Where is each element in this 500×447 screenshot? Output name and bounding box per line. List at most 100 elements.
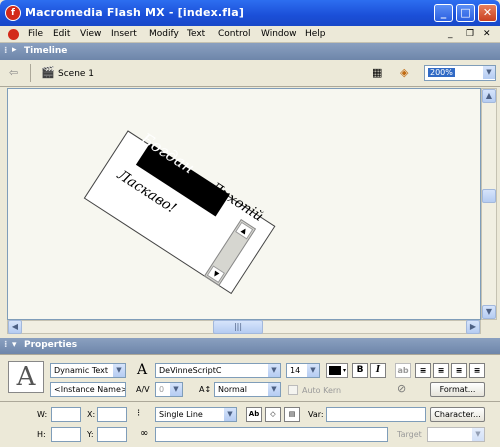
chevron-down-icon: ▼ xyxy=(170,383,182,396)
flash-app-icon: f xyxy=(5,5,21,21)
width-field[interactable] xyxy=(51,407,81,422)
panel-grip-icon: ⁝ xyxy=(4,340,8,350)
minimize-button[interactable]: _ xyxy=(434,4,453,22)
collapse-arrow-icon: ▾ xyxy=(12,340,17,350)
timeline-label: Timeline xyxy=(24,46,68,56)
maximize-button[interactable]: □ xyxy=(456,4,475,22)
text-direction-icon[interactable]: ab xyxy=(395,363,411,378)
menu-insert[interactable]: Insert xyxy=(111,29,137,39)
doc-close-button[interactable]: ✕ xyxy=(483,29,491,39)
align-justify-icon[interactable]: ≡ xyxy=(469,363,485,378)
menu-window[interactable]: Window xyxy=(261,29,297,39)
link-icon: ∞ xyxy=(140,428,149,439)
line-type-value: Single Line xyxy=(159,410,203,419)
height-field[interactable] xyxy=(51,427,81,442)
edit-scene-icon[interactable]: ▦ xyxy=(372,66,382,79)
menu-control[interactable]: Control xyxy=(218,29,251,39)
window-title: Macromedia Flash MX - [index.fla] xyxy=(25,6,245,19)
menu-view[interactable]: View xyxy=(80,29,101,39)
font-size-field[interactable]: 14 ▼ xyxy=(286,363,320,378)
url-link-icon[interactable]: ⊘ xyxy=(397,382,406,395)
baseline-value: Normal xyxy=(218,385,247,394)
var-field[interactable] xyxy=(326,407,426,422)
font-value: DeVinneScriptC xyxy=(159,366,222,375)
chevron-down-icon: ▼ xyxy=(472,428,484,441)
title-bar: f Macromedia Flash MX - [index.fla] _ □ … xyxy=(0,0,500,26)
show-border-icon[interactable]: ▤ xyxy=(284,407,300,422)
panel-grip-icon: ⁝ xyxy=(4,46,8,56)
character-button[interactable]: Character... xyxy=(430,407,485,422)
align-left-icon[interactable]: ≡ xyxy=(415,363,431,378)
scene-label: Scene 1 xyxy=(58,69,95,79)
scroll-left-icon[interactable]: ◀ xyxy=(8,320,22,334)
menu-help[interactable]: Help xyxy=(305,29,326,39)
menu-modify[interactable]: Modify xyxy=(149,29,179,39)
line-type-select[interactable]: Single Line ▼ xyxy=(155,407,237,422)
baseline-icon: A↕ xyxy=(199,385,212,394)
y-field[interactable] xyxy=(97,427,127,442)
horizontal-scrollbar[interactable]: ◀ ||| ▶ xyxy=(7,320,481,334)
scroll-right-icon[interactable]: ▶ xyxy=(466,320,480,334)
bold-button[interactable]: B xyxy=(352,363,368,378)
text-tool-icon: A xyxy=(8,361,44,393)
target-select[interactable]: ▼ xyxy=(427,427,485,442)
close-button[interactable]: ✕ xyxy=(478,4,497,22)
properties-panel: A Dynamic Text ▼ <Instance Name> A DeVin… xyxy=(0,354,500,447)
align-center-icon[interactable]: ≡ xyxy=(433,363,449,378)
zoom-select[interactable]: 200% ▼ xyxy=(424,65,496,81)
properties-panel-header[interactable]: ⁝ ▾ Properties xyxy=(0,338,500,354)
char-spacing-icon: A/V xyxy=(136,385,150,394)
expand-arrow-icon: ▸ xyxy=(12,45,17,55)
auto-kern-label: Auto Kern xyxy=(302,386,342,395)
selectable-text-icon[interactable]: Ab xyxy=(246,407,262,422)
separator xyxy=(30,64,31,82)
menu-edit[interactable]: Edit xyxy=(53,29,70,39)
align-right-icon[interactable]: ≡ xyxy=(451,363,467,378)
vertical-scrollbar[interactable]: ▲ ▼ xyxy=(481,88,497,320)
scroll-up-icon[interactable]: ▲ xyxy=(482,89,496,103)
chevron-down-icon: ▾ xyxy=(342,367,346,374)
textfield-scroll-up-icon[interactable]: ▲ xyxy=(235,221,254,240)
char-spacing-field[interactable]: 0 ▼ xyxy=(155,382,183,397)
doc-minimize-button[interactable]: _ xyxy=(448,29,453,39)
horizontal-scroll-thumb[interactable]: ||| xyxy=(213,320,263,334)
format-button[interactable]: Format... xyxy=(430,382,485,397)
properties-label: Properties xyxy=(24,340,78,350)
chevron-down-icon: ▼ xyxy=(268,383,280,396)
x-field[interactable] xyxy=(97,407,127,422)
text-color-swatch[interactable]: ▾ xyxy=(326,363,348,378)
line-type-icon: ⁝ xyxy=(137,408,141,419)
menu-file[interactable]: File xyxy=(28,29,43,39)
doc-restore-button[interactable]: ❐ xyxy=(466,29,474,39)
font-icon: A xyxy=(137,362,148,378)
menu-bar: File Edit View Insert Modify Text Contro… xyxy=(0,26,500,43)
auto-kern-checkbox[interactable] xyxy=(288,385,298,395)
chevron-down-icon: ▼ xyxy=(307,364,319,377)
edit-symbols-icon[interactable]: ◈ xyxy=(400,66,408,79)
chevron-down-icon: ▼ xyxy=(224,408,236,421)
render-html-icon[interactable]: ◇ xyxy=(265,407,281,422)
text-type-select[interactable]: Dynamic Text ▼ xyxy=(50,363,126,378)
font-select[interactable]: DeVinneScriptC ▼ xyxy=(155,363,281,378)
color-fill xyxy=(329,366,341,375)
scene-bar: ⇦ 🎬 Scene 1 ▦ ◈ 200% ▼ xyxy=(0,60,500,87)
back-arrow-icon[interactable]: ⇦ xyxy=(9,66,18,79)
timeline-panel-header[interactable]: ⁝ ▸ Timeline xyxy=(0,43,500,60)
target-label: Target xyxy=(397,430,422,439)
url-field[interactable] xyxy=(155,427,388,442)
vertical-scroll-thumb[interactable] xyxy=(482,189,496,203)
stage-canvas[interactable]: Богдан Лихопій Ласкаво! ▲ ▼ xyxy=(7,88,481,320)
italic-button[interactable]: I xyxy=(370,363,386,378)
text-type-value: Dynamic Text xyxy=(54,366,109,375)
char-spacing-value: 0 xyxy=(159,385,165,394)
scroll-down-icon[interactable]: ▼ xyxy=(482,305,496,319)
baseline-select[interactable]: Normal ▼ xyxy=(214,382,281,397)
font-size-value: 14 xyxy=(290,366,301,375)
instance-name-field[interactable]: <Instance Name> xyxy=(50,382,126,397)
y-label: Y: xyxy=(87,430,94,439)
height-label: H: xyxy=(37,430,46,439)
width-label: W: xyxy=(37,410,48,419)
var-label: Var: xyxy=(308,410,324,419)
menu-text[interactable]: Text xyxy=(187,29,205,39)
document-icon xyxy=(8,29,19,40)
